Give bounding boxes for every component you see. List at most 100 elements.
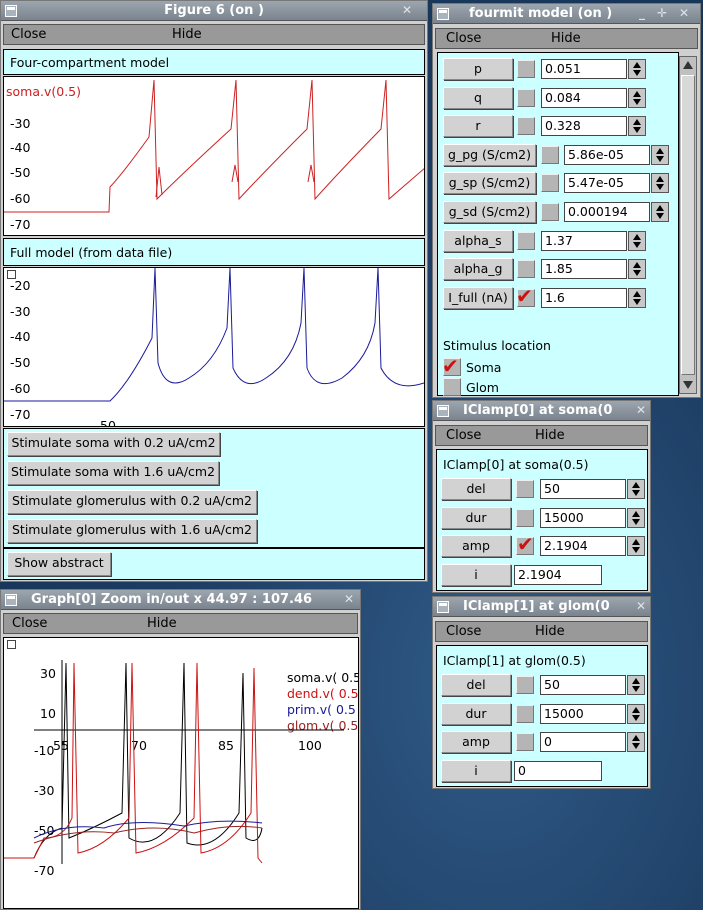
spinner-icon[interactable] xyxy=(627,479,645,499)
param-checkbox[interactable] xyxy=(517,117,535,136)
iclamp-value-field[interactable]: 15000 xyxy=(540,507,626,528)
param-button-2[interactable]: r xyxy=(443,115,513,138)
window-menu-icon[interactable] xyxy=(437,601,449,613)
hide-button[interactable]: Hide xyxy=(172,27,202,42)
param-button-1[interactable]: q xyxy=(443,86,513,109)
spinner-icon[interactable] xyxy=(627,536,645,556)
param-value-field[interactable]: 0.000194 xyxy=(564,202,650,222)
spinner-icon[interactable] xyxy=(628,287,646,308)
stimulate-button[interactable]: Stimulate glomerulus with 1.6 uA/cm2 xyxy=(7,519,257,543)
spinner-icon[interactable] xyxy=(627,675,645,695)
param-value-field[interactable]: 1.6 xyxy=(541,287,627,308)
param-button-5[interactable]: g_sd (S/cm2) xyxy=(443,201,536,223)
param-value-field[interactable]: 5.86e-05 xyxy=(564,144,650,165)
iclamp-dur-button[interactable]: dur xyxy=(441,506,511,529)
close-button[interactable]: Close xyxy=(446,624,481,639)
param-checkbox[interactable] xyxy=(541,145,559,164)
spinner-icon[interactable] xyxy=(627,732,645,752)
spinner-icon[interactable] xyxy=(628,59,646,79)
param-checkbox[interactable] xyxy=(541,203,559,221)
close-icon[interactable]: ✕ xyxy=(633,402,649,418)
graph0-titlebar[interactable]: Graph[0] Zoom in/out x 44.97 : 107.46 ✕ xyxy=(1,590,360,610)
spinner-icon[interactable] xyxy=(628,259,646,280)
iclamp-i-button[interactable]: i xyxy=(441,759,511,782)
param-value-field[interactable]: 1.37 xyxy=(541,230,627,251)
spinner-icon[interactable] xyxy=(651,202,669,222)
minimize-icon[interactable]: _ xyxy=(634,5,650,21)
iclamp-amp-button[interactable]: amp xyxy=(441,731,511,753)
iclamp-del-button[interactable]: del xyxy=(441,478,511,500)
param-button-7[interactable]: alpha_g xyxy=(443,258,513,281)
close-icon[interactable]: ✕ xyxy=(676,5,692,21)
param-button-4[interactable]: g_sp (S/cm2) xyxy=(443,172,536,195)
hide-button[interactable]: Hide xyxy=(147,616,177,631)
scroll-up-icon[interactable] xyxy=(683,61,693,69)
spinner-icon[interactable] xyxy=(628,230,646,251)
param-value-field[interactable]: 5.47e-05 xyxy=(564,173,650,194)
spinner-icon[interactable] xyxy=(651,144,669,165)
spinner-icon[interactable] xyxy=(627,507,645,528)
scroll-thumb[interactable] xyxy=(681,75,695,375)
iclamp-amp-button[interactable]: amp xyxy=(441,535,511,557)
param-value-field[interactable]: 0.051 xyxy=(541,59,627,79)
spinner-icon[interactable] xyxy=(628,116,646,137)
iclamp-i-button[interactable]: i xyxy=(441,563,511,586)
show-abstract-button[interactable]: Show abstract xyxy=(7,552,111,576)
scroll-down-icon[interactable] xyxy=(683,381,693,389)
iclamp-value-field[interactable]: 50 xyxy=(540,479,626,499)
iclamp-checkbox[interactable] xyxy=(516,704,534,723)
iclamp1-titlebar[interactable]: IClamp[1] at glom(0 ✕ xyxy=(433,597,650,617)
iclamp0-titlebar[interactable]: IClamp[0] at soma(0 ✕ xyxy=(433,401,650,421)
full-model-plot[interactable]: -20 -30 -40 -50 -60 -70 50 xyxy=(3,267,425,427)
stimulate-button[interactable]: Stimulate soma with 1.6 uA/cm2 xyxy=(7,461,219,485)
close-button[interactable]: Close xyxy=(446,428,481,443)
window-menu-icon[interactable] xyxy=(5,5,17,17)
param-button-3[interactable]: g_pg (S/cm2) xyxy=(443,143,536,166)
iclamp-checkbox[interactable] xyxy=(516,480,534,498)
graph0-plot[interactable]: 30 10 -10 -30 -50 -70 55 70 85 100 soma.v( 0.5 den… xyxy=(3,637,359,909)
param-button-0[interactable]: p xyxy=(443,58,513,80)
stimulate-button[interactable]: Stimulate glomerulus with 0.2 uA/cm2 xyxy=(7,490,257,514)
param-button-6[interactable]: alpha_s xyxy=(443,229,513,252)
close-icon[interactable]: ✕ xyxy=(633,598,649,614)
glom-radio[interactable] xyxy=(443,378,461,396)
maximize-icon[interactable]: ✛ xyxy=(654,5,670,21)
close-button[interactable]: Close xyxy=(12,616,47,631)
iclamp-value-field[interactable]: 2.1904 xyxy=(540,536,626,556)
window-menu-icon[interactable] xyxy=(5,594,17,606)
iclamp-del-button[interactable]: del xyxy=(441,674,511,696)
iclamp-checkbox[interactable] xyxy=(516,676,534,694)
soma-voltage-plot[interactable]: soma.v(0.5) -30 -40 -50 -60 -70 xyxy=(3,76,425,236)
fourmit-titlebar[interactable]: fourmit model (on ) _ ✛ ✕ xyxy=(433,4,700,24)
param-value-field[interactable]: 0.084 xyxy=(541,87,627,108)
spinner-icon[interactable] xyxy=(628,87,646,108)
param-checkbox[interactable] xyxy=(517,88,535,107)
close-button[interactable]: Close xyxy=(446,31,481,46)
spinner-icon[interactable] xyxy=(651,173,669,194)
iclamp-checkbox[interactable] xyxy=(516,733,534,751)
param-value-field[interactable]: 1.85 xyxy=(541,259,627,280)
param-button-8[interactable]: I_full (nA) xyxy=(443,286,513,309)
close-button[interactable]: Close xyxy=(11,27,46,42)
param-checkbox[interactable] xyxy=(517,231,535,250)
param-checkbox[interactable] xyxy=(517,260,535,279)
window-menu-icon[interactable] xyxy=(437,405,449,417)
param-checkbox[interactable] xyxy=(541,174,559,193)
iclamp-value-field[interactable]: 0 xyxy=(540,732,626,752)
hide-button[interactable]: Hide xyxy=(535,624,565,639)
iclamp-value-field[interactable]: 15000 xyxy=(540,703,626,724)
hide-button[interactable]: Hide xyxy=(535,428,565,443)
stimulate-button[interactable]: Stimulate soma with 0.2 uA/cm2 xyxy=(7,432,220,456)
iclamp-checkbox[interactable] xyxy=(516,508,534,527)
spinner-icon[interactable] xyxy=(627,703,645,724)
window-menu-icon[interactable] xyxy=(437,8,449,20)
iclamp-dur-button[interactable]: dur xyxy=(441,702,511,725)
hide-button[interactable]: Hide xyxy=(551,31,581,46)
close-icon[interactable]: ✕ xyxy=(341,591,357,607)
param-value-field[interactable]: 0.328 xyxy=(541,116,627,137)
figure6-titlebar[interactable]: Figure 6 (on ) ✕ xyxy=(1,1,427,21)
iclamp-value-field[interactable]: 50 xyxy=(540,675,626,695)
close-icon[interactable]: ✕ xyxy=(399,2,415,18)
param-checkbox[interactable] xyxy=(517,60,535,78)
fourmit-scrollbar[interactable] xyxy=(679,56,697,394)
